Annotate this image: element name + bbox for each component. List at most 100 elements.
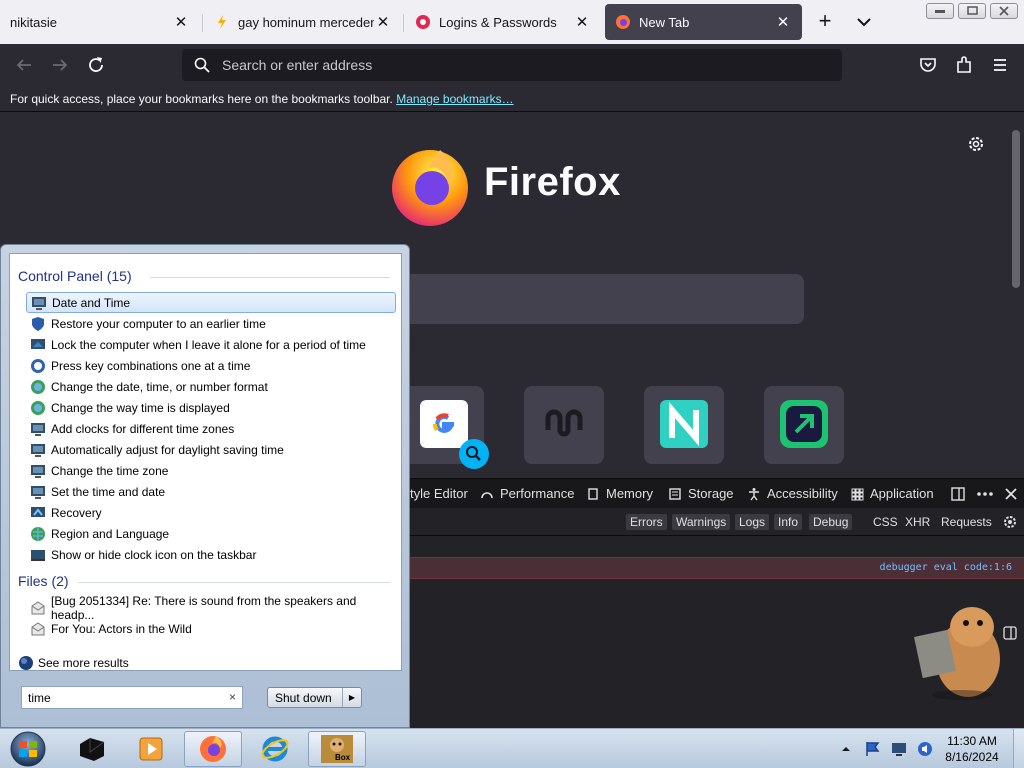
bookmarks-hint: For quick access, place your bookmarks h… xyxy=(10,92,393,106)
result-label: Press key combinations one at a time xyxy=(51,358,251,373)
devtools-tab-memory[interactable]: Memory xyxy=(586,486,653,501)
shortcut-site-3[interactable] xyxy=(644,386,724,464)
lockwise-favicon-icon xyxy=(416,15,430,29)
gear-icon[interactable] xyxy=(966,134,986,154)
devtools-tab-style-editor[interactable]: tyle Editor xyxy=(410,486,468,501)
clear-search-icon[interactable]: × xyxy=(229,690,236,704)
file-result-actors[interactable]: For You: Actors in the Wild xyxy=(26,618,396,639)
result-change-time-zone[interactable]: Change the time zone xyxy=(26,460,396,481)
start-search-box[interactable]: × xyxy=(21,686,243,709)
taskbar-app-box[interactable]: Box xyxy=(308,731,366,767)
result-recovery[interactable]: Recovery xyxy=(26,502,396,523)
minimize-button[interactable] xyxy=(926,3,954,19)
taskbar-app-media-player[interactable] xyxy=(122,731,180,767)
dock-side-icon[interactable] xyxy=(950,486,966,502)
show-desktop-button[interactable] xyxy=(1013,729,1024,768)
content-search-box[interactable] xyxy=(400,274,804,324)
filter-warnings[interactable]: Warnings xyxy=(672,514,731,530)
filter-info[interactable]: Info xyxy=(774,514,803,530)
console-settings-gear-icon[interactable] xyxy=(1002,514,1018,530)
shortcut-google[interactable] xyxy=(404,386,489,469)
filter-css[interactable]: CSS xyxy=(869,514,902,530)
sidebar-toggle-icon[interactable] xyxy=(1002,625,1018,641)
tab-close-icon[interactable]: ✕ xyxy=(172,13,190,31)
hamburger-menu-icon[interactable] xyxy=(988,53,1012,77)
show-hidden-icons-icon[interactable] xyxy=(840,743,852,755)
monitor-icon xyxy=(31,422,45,436)
shut-down-options-icon[interactable]: ▶ xyxy=(342,688,361,707)
file-result-bug[interactable]: [Bug 2051334] Re: There is sound from th… xyxy=(26,594,396,622)
devtools-tab-application[interactable]: Application xyxy=(850,486,934,501)
result-set-time-date[interactable]: Set the time and date xyxy=(26,481,396,502)
filter-xhr[interactable]: XHR xyxy=(901,514,934,530)
extensions-icon[interactable] xyxy=(952,53,976,77)
tab-close-icon[interactable]: ✕ xyxy=(774,13,792,31)
shortcut-site-2[interactable] xyxy=(524,386,604,464)
scroll-thumb[interactable] xyxy=(1012,130,1020,288)
error-source-link[interactable]: debugger eval code:1:6 xyxy=(880,562,1012,573)
devtools-tab-storage[interactable]: Storage xyxy=(668,486,734,501)
forward-arrow-icon[interactable] xyxy=(48,53,72,77)
new-tab-button[interactable]: + xyxy=(813,10,837,34)
system-clock[interactable]: 11:30 AM 8/16/2024 xyxy=(934,733,1010,765)
see-more-results-link[interactable]: See more results xyxy=(18,655,129,671)
result-label: Show or hide clock icon on the taskbar xyxy=(51,547,257,562)
shield-icon xyxy=(32,316,44,331)
network-icon[interactable] xyxy=(890,740,908,758)
tab-title: gay hominum mercedem xyxy=(238,14,374,30)
taskbar-app-terminal[interactable] xyxy=(62,731,120,767)
tab-logins[interactable]: Logins & Passwords ✕ xyxy=(405,0,601,44)
close-window-button[interactable] xyxy=(990,3,1018,19)
storage-icon xyxy=(669,487,681,500)
tab-gay-hominum[interactable]: gay hominum mercedem ✕ xyxy=(204,0,402,44)
filter-requests[interactable]: Requests xyxy=(937,514,996,530)
filter-logs[interactable]: Logs xyxy=(735,514,770,530)
close-devtools-icon[interactable] xyxy=(1003,486,1019,502)
restore-button[interactable] xyxy=(958,3,986,19)
result-daylight-saving[interactable]: Automatically adjust for daylight saving… xyxy=(26,439,396,460)
firefox-favicon-icon xyxy=(616,15,630,29)
shut-down-button[interactable]: Shut down ▶ xyxy=(267,687,362,708)
internet-explorer-icon xyxy=(261,736,289,762)
result-time-display[interactable]: Change the way time is displayed xyxy=(26,397,396,418)
manage-bookmarks-link[interactable]: Manage bookmarks… xyxy=(396,92,513,106)
more-options-icon[interactable] xyxy=(976,486,994,502)
taskbar-icon xyxy=(31,549,45,561)
chevron-down-icon[interactable] xyxy=(852,11,876,33)
result-add-clocks[interactable]: Add clocks for different time zones xyxy=(26,418,396,439)
monitor-icon xyxy=(31,443,45,457)
result-lock-computer[interactable]: Lock the computer when I leave it alone … xyxy=(26,334,396,355)
taskbar-app-firefox[interactable] xyxy=(184,731,242,767)
page-scrollbar[interactable] xyxy=(1008,112,1024,478)
tab-title: nikitasie xyxy=(10,14,57,30)
action-center-flag-icon[interactable] xyxy=(864,740,882,758)
taskbar-app-internet-explorer[interactable] xyxy=(246,731,304,767)
result-restore[interactable]: Restore your computer to an earlier time xyxy=(26,313,396,334)
filter-debug[interactable]: Debug xyxy=(809,514,853,530)
result-date-and-time[interactable]: Date and Time xyxy=(26,292,396,313)
address-input[interactable] xyxy=(222,57,822,73)
tab-close-icon[interactable]: ✕ xyxy=(573,13,591,31)
volume-icon[interactable] xyxy=(916,740,934,758)
result-key-combinations[interactable]: Press key combinations one at a time xyxy=(26,355,396,376)
tab-close-icon[interactable]: ✕ xyxy=(374,13,392,31)
result-region-language[interactable]: Region and Language xyxy=(26,523,396,544)
media-player-icon xyxy=(139,737,163,761)
pocket-icon[interactable] xyxy=(916,53,940,77)
devtools-tab-performance[interactable]: Performance xyxy=(480,486,574,501)
start-search-input[interactable] xyxy=(28,690,218,705)
tab-separator xyxy=(202,14,203,32)
restore-icon xyxy=(967,6,978,15)
address-bar[interactable] xyxy=(182,49,842,81)
tab-new-tab[interactable]: New Tab ✕ xyxy=(605,4,802,40)
start-orb-icon[interactable] xyxy=(6,730,50,768)
back-arrow-icon[interactable] xyxy=(12,53,36,77)
tab-nikitasie[interactable]: nikitasie ✕ xyxy=(0,0,200,44)
devtools-tab-accessibility[interactable]: Accessibility xyxy=(747,486,838,501)
filter-errors[interactable]: Errors xyxy=(626,514,667,530)
result-clock-icon-taskbar[interactable]: Show or hide clock icon on the taskbar xyxy=(26,544,396,565)
tab-bar: nikitasie ✕ gay hominum mercedem ✕ Login… xyxy=(0,0,1024,44)
shortcut-site-4[interactable] xyxy=(764,386,844,464)
result-date-format[interactable]: Change the date, time, or number format xyxy=(26,376,396,397)
reload-icon[interactable] xyxy=(84,53,108,77)
